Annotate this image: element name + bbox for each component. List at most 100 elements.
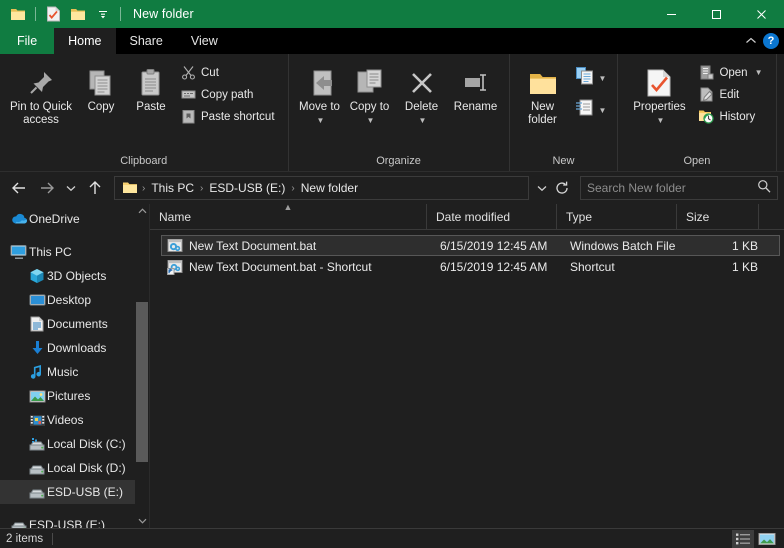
new-item-button[interactable]: ▼ — [572, 64, 610, 93]
history-label: History — [719, 110, 756, 123]
open-dropdown-icon[interactable]: ▼ — [755, 68, 763, 77]
sidebar-item-downloads[interactable]: Downloads — [0, 336, 149, 360]
copy-to-dropdown-icon[interactable]: ▼ — [367, 114, 375, 127]
easy-access-dropdown-icon[interactable]: ▼ — [599, 106, 607, 115]
search-icon[interactable] — [757, 179, 771, 198]
history-button[interactable]: History — [694, 106, 769, 127]
copy-path-button[interactable]: Copy path — [176, 84, 282, 105]
open-label: Open — [719, 66, 748, 79]
this-pc-icon — [9, 242, 29, 262]
address-bar-right — [531, 175, 572, 201]
breadcrumb[interactable]: › This PC › ESD-USB (E:) › New folder — [114, 176, 529, 200]
new-item-icon — [575, 66, 595, 91]
collapse-ribbon-icon[interactable] — [741, 30, 761, 52]
pin-to-quick-access-button[interactable]: Pin to Quick access — [6, 60, 76, 131]
paste-shortcut-button[interactable]: Paste shortcut — [176, 106, 282, 127]
qat-customize-dropdown-icon[interactable] — [92, 3, 114, 25]
delete-dropdown-icon[interactable]: ▼ — [419, 114, 427, 127]
sidebar-item-esd-usb-e[interactable]: ESD-USB (E:) — [0, 480, 149, 504]
copy-to-button[interactable]: Copy to ▼ — [345, 60, 395, 131]
sidebar-item-desktop[interactable]: Desktop — [0, 288, 149, 312]
maximize-button[interactable] — [694, 0, 739, 28]
qat-properties-icon[interactable] — [42, 3, 64, 25]
rename-icon — [461, 64, 491, 98]
sidebar-scrollbar[interactable] — [135, 204, 149, 528]
qat-new-folder-icon[interactable] — [67, 3, 89, 25]
paste-button[interactable]: Paste — [126, 60, 176, 118]
table-row[interactable]: New Text Document.bat - Shortcut 6/15/20… — [161, 256, 780, 277]
forward-button[interactable] — [34, 175, 60, 201]
explorer-body: OneDrive This PC 3D Objects Desktop Docu… — [0, 202, 784, 528]
qat-folder-icon[interactable] — [7, 3, 29, 25]
paste-shortcut-label: Paste shortcut — [201, 110, 275, 123]
history-icon — [698, 109, 715, 125]
sidebar-item-local-disk-c[interactable]: Local Disk (C:) — [0, 432, 149, 456]
new-folder-icon — [527, 64, 559, 98]
breadcrumb-item-new-folder[interactable]: New folder — [296, 179, 363, 197]
refresh-button[interactable] — [552, 175, 572, 201]
open-icon — [698, 65, 714, 81]
breadcrumb-item-esd-usb[interactable]: ESD-USB (E:) — [204, 179, 290, 197]
minimize-button[interactable] — [649, 0, 694, 28]
sidebar-item-label: ESD-USB (E:) — [29, 518, 106, 528]
new-item-dropdown-icon[interactable]: ▼ — [599, 74, 607, 83]
cut-button[interactable]: Cut — [176, 62, 282, 83]
column-header-date-modified[interactable]: Date modified — [426, 203, 556, 230]
column-header-name[interactable]: ▲ Name — [150, 202, 426, 230]
sidebar-item-3d-objects[interactable]: 3D Objects — [0, 264, 149, 288]
usb-drive-icon — [27, 482, 47, 502]
sidebar-item-esd-usb-e-root[interactable]: ESD-USB (E:) — [0, 513, 149, 528]
sidebar-item-local-disk-d[interactable]: Local Disk (D:) — [0, 456, 149, 480]
properties-dropdown-icon[interactable]: ▼ — [656, 114, 664, 127]
help-icon[interactable]: ? — [763, 33, 779, 49]
tab-file[interactable]: File — [0, 28, 55, 54]
scrollbar-thumb[interactable] — [136, 302, 148, 462]
pin-icon — [26, 64, 56, 98]
rename-label: Rename — [453, 101, 498, 113]
breadcrumb-item-this-pc[interactable]: This PC — [146, 179, 199, 197]
copy-button[interactable]: Copy — [76, 60, 126, 118]
open-button[interactable]: Open ▼ — [694, 62, 769, 83]
usb-drive-icon — [9, 515, 29, 528]
paste-icon — [136, 64, 166, 98]
sidebar-item-onedrive[interactable]: OneDrive — [0, 207, 149, 231]
sidebar-item-music[interactable]: Music — [0, 360, 149, 384]
search-box[interactable] — [580, 176, 778, 200]
ribbon-group-open: Properties ▼ Open ▼ Edit History Open — [617, 54, 775, 171]
close-button[interactable] — [739, 0, 784, 28]
large-icons-view-button[interactable] — [756, 530, 778, 548]
tab-bar-right-controls: ? — [741, 28, 784, 54]
copy-path-icon — [180, 87, 196, 103]
up-button[interactable] — [82, 175, 108, 201]
column-header-size[interactable]: Size — [676, 203, 758, 230]
scroll-down-arrow-icon[interactable] — [135, 514, 149, 528]
move-to-dropdown-icon[interactable]: ▼ — [317, 114, 325, 127]
column-header-label: Name — [159, 209, 192, 224]
address-history-dropdown-icon[interactable] — [533, 175, 551, 201]
sidebar-item-documents[interactable]: Documents — [0, 312, 149, 336]
sidebar-item-this-pc[interactable]: This PC — [0, 240, 149, 264]
rename-button[interactable]: Rename — [449, 60, 503, 118]
column-header-type[interactable]: Type — [556, 203, 676, 230]
scissors-icon — [180, 65, 196, 81]
sidebar-item-pictures[interactable]: Pictures — [0, 384, 149, 408]
back-button[interactable] — [6, 175, 32, 201]
edit-button[interactable]: Edit — [694, 84, 769, 105]
tab-share[interactable]: Share — [116, 28, 177, 54]
delete-button[interactable]: Delete ▼ — [395, 60, 449, 131]
table-row[interactable]: New Text Document.bat 6/15/2019 12:45 AM… — [161, 235, 780, 256]
move-to-button[interactable]: Move to ▼ — [295, 60, 345, 131]
qat-separator-1 — [35, 7, 36, 21]
recent-locations-button[interactable] — [62, 175, 80, 201]
tab-view[interactable]: View — [177, 28, 232, 54]
sidebar-item-label: ESD-USB (E:) — [47, 485, 124, 499]
details-view-button[interactable] — [732, 529, 754, 548]
properties-button[interactable]: Properties ▼ — [624, 60, 694, 131]
easy-access-button[interactable]: ▼ — [572, 96, 610, 125]
search-input[interactable] — [587, 181, 757, 195]
new-folder-button[interactable]: New folder — [516, 60, 570, 131]
ribbon-group-title-organize: Organize — [376, 155, 421, 167]
scroll-up-arrow-icon[interactable] — [135, 204, 149, 218]
tab-home[interactable]: Home — [54, 28, 116, 54]
sidebar-item-videos[interactable]: Videos — [0, 408, 149, 432]
